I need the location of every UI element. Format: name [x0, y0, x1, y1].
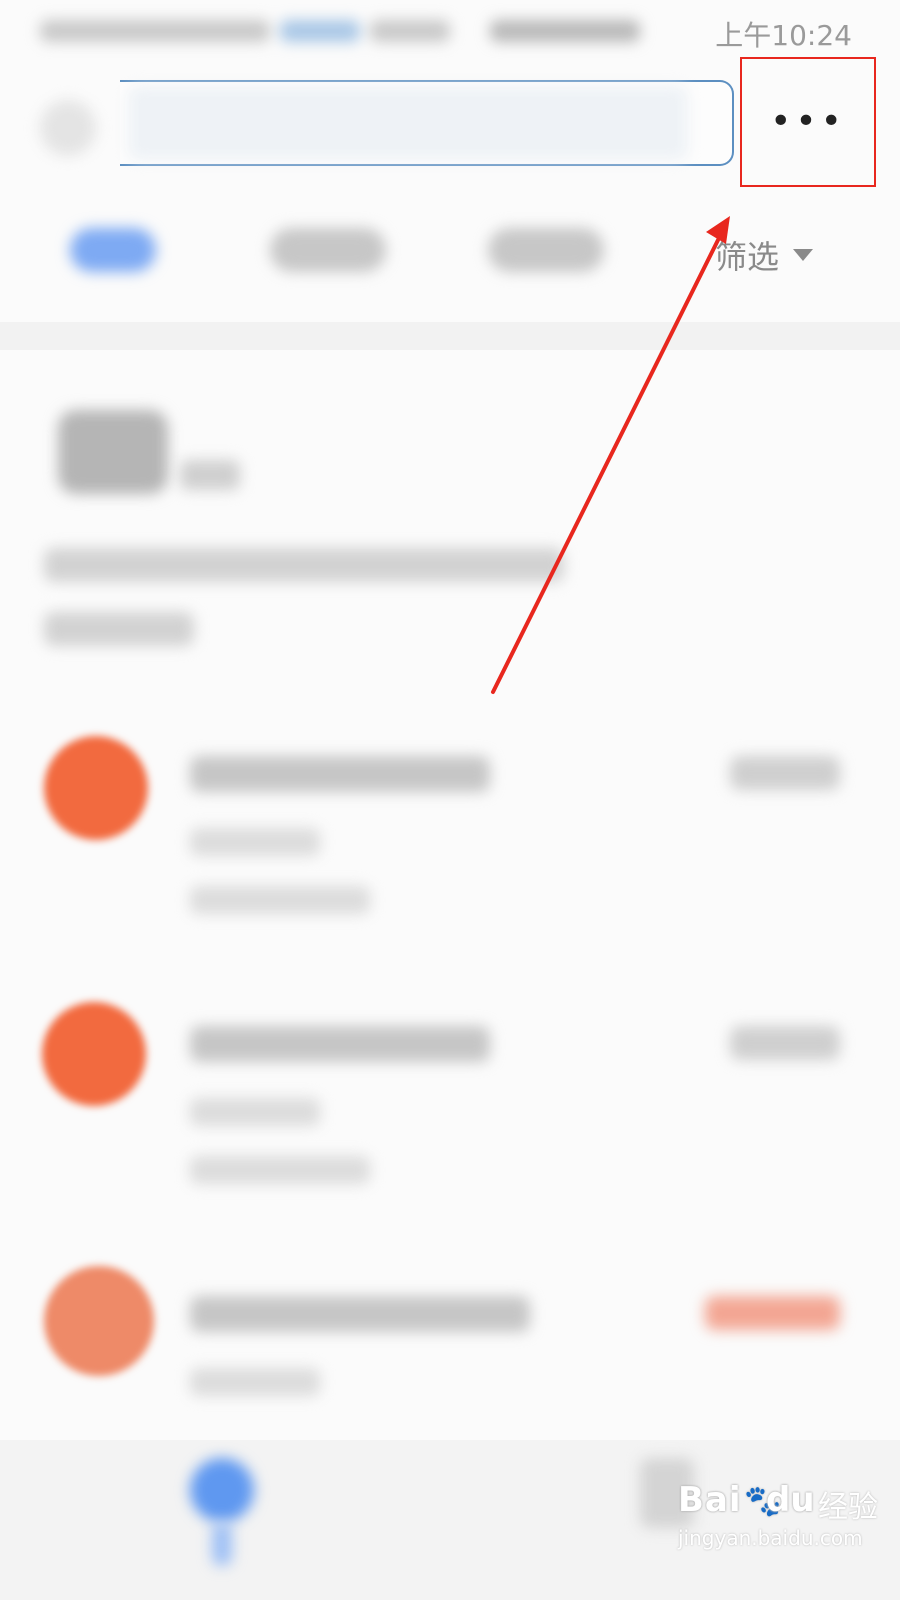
baidu-jingyan-watermark: Bai 🐾 du 经验 jingyan.baidu.com	[678, 1480, 878, 1550]
annotation-arrow	[491, 216, 730, 694]
